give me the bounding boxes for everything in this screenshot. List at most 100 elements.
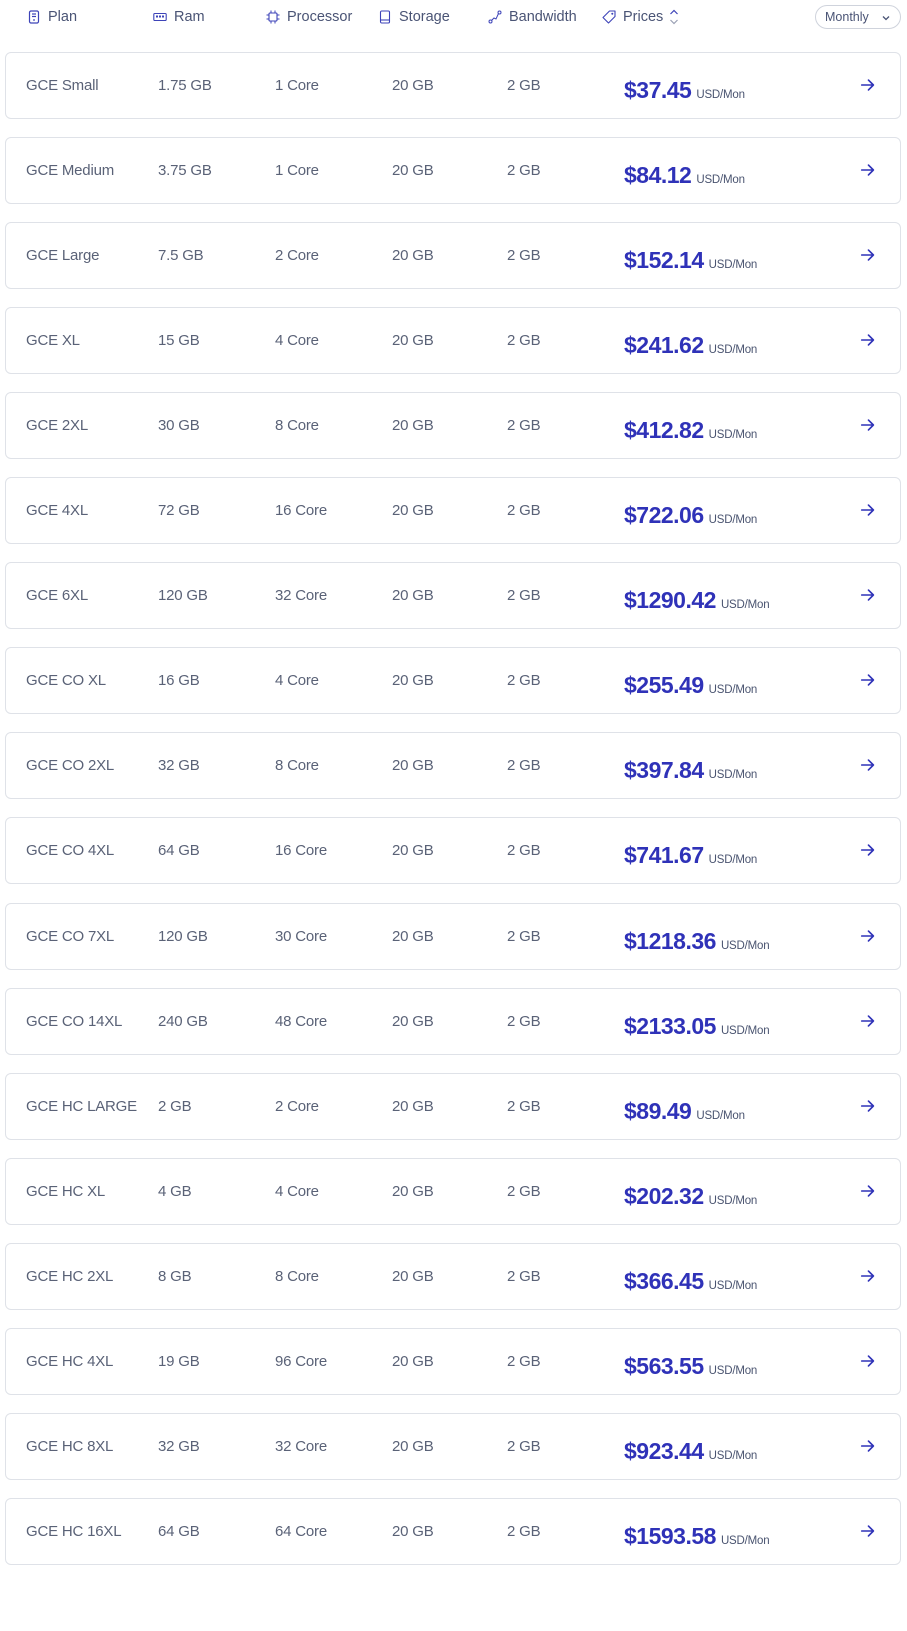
price-amount: $37.45 [624, 77, 692, 103]
plan-row[interactable]: GCE HC 8XL 32 GB 32 Core 20 GB 2 GB $923.44 US… [5, 1412, 901, 1480]
arrow-right-icon[interactable] [858, 585, 878, 605]
arrow-right-icon[interactable] [858, 1096, 878, 1116]
arrow-right-icon[interactable] [858, 840, 878, 860]
ram-value: 16 GB [158, 672, 200, 690]
price: $722.06 USD/Mon [624, 478, 757, 543]
bandwidth-value: 2 GB [507, 1182, 541, 1200]
price-unit: USD/Mon [696, 1109, 745, 1122]
arrow-right-icon[interactable] [858, 160, 878, 180]
arrow-right-icon[interactable] [858, 670, 878, 690]
billing-period-select[interactable]: Monthly [815, 5, 901, 29]
ram-value: 64 GB [158, 842, 200, 860]
plan-name: GCE CO 4XL [26, 842, 115, 860]
plan-row[interactable]: GCE CO 2XL 32 GB 8 Core 20 GB 2 GB $397.84 USD… [5, 732, 901, 800]
arrow-right-icon[interactable] [858, 245, 878, 265]
header-processor-label: Processor [287, 9, 353, 25]
memory-icon [153, 10, 167, 24]
price: $84.12 USD/Mon [624, 138, 745, 203]
arrow-right-icon[interactable] [858, 330, 878, 350]
price-unit: USD/Mon [708, 344, 758, 357]
price: $1593.58 USD/Mon [624, 1499, 770, 1564]
bandwidth-value: 2 GB [507, 1097, 541, 1115]
header-storage: Storage [378, 7, 450, 27]
price-unit: USD/Mon [708, 259, 758, 272]
plan-row[interactable]: GCE 6XL 120 GB 32 Core 20 GB 2 GB $1290.42 USD… [5, 562, 901, 630]
header-storage-label: Storage [399, 9, 450, 25]
plan-row[interactable]: GCE CO 14XL 240 GB 48 Core 20 GB 2 GB $2133.0… [5, 987, 901, 1055]
plan-name: GCE HC 2XL [26, 1267, 114, 1285]
plan-row[interactable]: GCE 4XL 72 GB 16 Core 20 GB 2 GB $722.06 USD/M… [5, 477, 901, 545]
plan-name: GCE HC 8XL [26, 1437, 114, 1455]
storage-value: 20 GB [392, 417, 434, 435]
plan-name: GCE 4XL [26, 502, 88, 520]
price: $923.44 USD/Mon [624, 1414, 757, 1479]
plan-row[interactable]: GCE Small 1.75 GB 1 Core 20 GB 2 GB $37.45 USD… [5, 52, 901, 119]
plan-row[interactable]: GCE Medium 3.75 GB 1 Core 20 GB 2 GB $84.12 US… [5, 137, 901, 205]
price-unit: USD/Mon [720, 1024, 770, 1037]
plan-name: GCE 2XL [26, 417, 88, 435]
arrow-right-icon[interactable] [858, 1521, 878, 1541]
plan-row[interactable]: GCE HC 4XL 19 GB 96 Core 20 GB 2 GB $563.55 US… [5, 1327, 901, 1395]
plan-row[interactable]: GCE Large 7.5 GB 2 Core 20 GB 2 GB $152.14 USD… [5, 222, 901, 290]
bandwidth-value: 2 GB [507, 247, 541, 265]
plan-row[interactable]: GCE HC XL 4 GB 4 Core 20 GB 2 GB $202.32 USD/M… [5, 1157, 901, 1225]
storage-value: 20 GB [392, 757, 434, 775]
header-bandwidth-label: Bandwidth [509, 9, 577, 25]
plan-row[interactable]: GCE CO XL 16 GB 4 Core 20 GB 2 GB $255.49 USD/… [5, 647, 901, 715]
arrow-right-icon[interactable] [858, 1436, 878, 1456]
arrow-right-icon[interactable] [858, 1351, 878, 1371]
processor-value: 32 Core [275, 587, 327, 605]
arrow-right-icon[interactable] [858, 500, 878, 520]
storage-value: 20 GB [392, 1267, 434, 1285]
price: $152.14 USD/Mon [624, 223, 757, 288]
plan-row[interactable]: GCE HC 2XL 8 GB 8 Core 20 GB 2 GB $366.45 USD/… [5, 1242, 901, 1310]
arrow-right-icon[interactable] [858, 415, 878, 435]
price-unit: USD/Mon [708, 1194, 758, 1207]
price-unit: USD/Mon [696, 89, 745, 101]
processor-value: 4 Core [275, 672, 319, 690]
price: $397.84 USD/Mon [624, 733, 757, 798]
plan-row[interactable]: GCE HC LARGE 2 GB 2 Core 20 GB 2 GB $89.49 USD… [5, 1072, 901, 1140]
plan-row[interactable]: GCE CO 4XL 64 GB 16 Core 20 GB 2 GB $741.67 US… [5, 817, 901, 885]
processor-value: 16 Core [275, 842, 327, 860]
price-amount: $366.45 [624, 1267, 704, 1294]
arrow-right-icon[interactable] [858, 926, 878, 946]
arrow-right-icon[interactable] [858, 1266, 878, 1286]
processor-value: 4 Core [275, 332, 319, 350]
header-prices-sort[interactable]: Prices [602, 7, 679, 27]
price: $563.55 USD/Mon [624, 1329, 757, 1394]
storage-value: 20 GB [392, 1352, 434, 1370]
header-ram-label: Ram [174, 9, 205, 25]
price-amount: $152.14 [624, 247, 704, 274]
header-bandwidth: Bandwidth [488, 7, 577, 27]
ram-value: 4 GB [158, 1182, 192, 1200]
price-unit: USD/Mon [696, 174, 745, 187]
ram-value: 8 GB [158, 1267, 192, 1285]
header-prices-label: Prices [623, 9, 664, 25]
price-amount: $89.49 [624, 1097, 692, 1124]
plan-row[interactable]: GCE CO 7XL 120 GB 30 Core 20 GB 2 GB $1218.36… [5, 902, 901, 970]
storage-value: 20 GB [392, 1522, 434, 1540]
ram-value: 64 GB [158, 1522, 200, 1540]
bandwidth-value: 2 GB [507, 162, 541, 180]
price-unit: USD/Mon [720, 599, 770, 612]
arrow-right-icon[interactable] [858, 755, 878, 775]
processor-value: 30 Core [275, 927, 327, 945]
processor-value: 1 Core [275, 162, 319, 180]
storage-value: 20 GB [392, 162, 434, 180]
plan-name: GCE HC 16XL [26, 1522, 122, 1540]
plan-row[interactable]: GCE XL 15 GB 4 Core 20 GB 2 GB $241.62 USD/Mon [5, 307, 901, 375]
plan-row[interactable]: GCE 2XL 30 GB 8 Core 20 GB 2 GB $412.82 USD/Mo… [5, 392, 901, 460]
arrow-right-icon[interactable] [858, 1181, 878, 1201]
price-unit: USD/Mon [708, 1449, 758, 1462]
bandwidth-value: 2 GB [507, 842, 541, 860]
price: $366.45 USD/Mon [624, 1244, 757, 1309]
arrow-right-icon[interactable] [858, 1011, 878, 1031]
plan-row[interactable]: GCE HC 16XL 64 GB 64 Core 20 GB 2 GB $1593.58… [5, 1497, 901, 1565]
bandwidth-value: 2 GB [507, 77, 541, 94]
arrow-right-icon[interactable] [858, 75, 878, 95]
price-amount: $923.44 [624, 1437, 704, 1464]
ram-value: 120 GB [158, 587, 208, 605]
storage-value: 20 GB [392, 77, 434, 94]
storage-value: 20 GB [392, 1437, 434, 1455]
